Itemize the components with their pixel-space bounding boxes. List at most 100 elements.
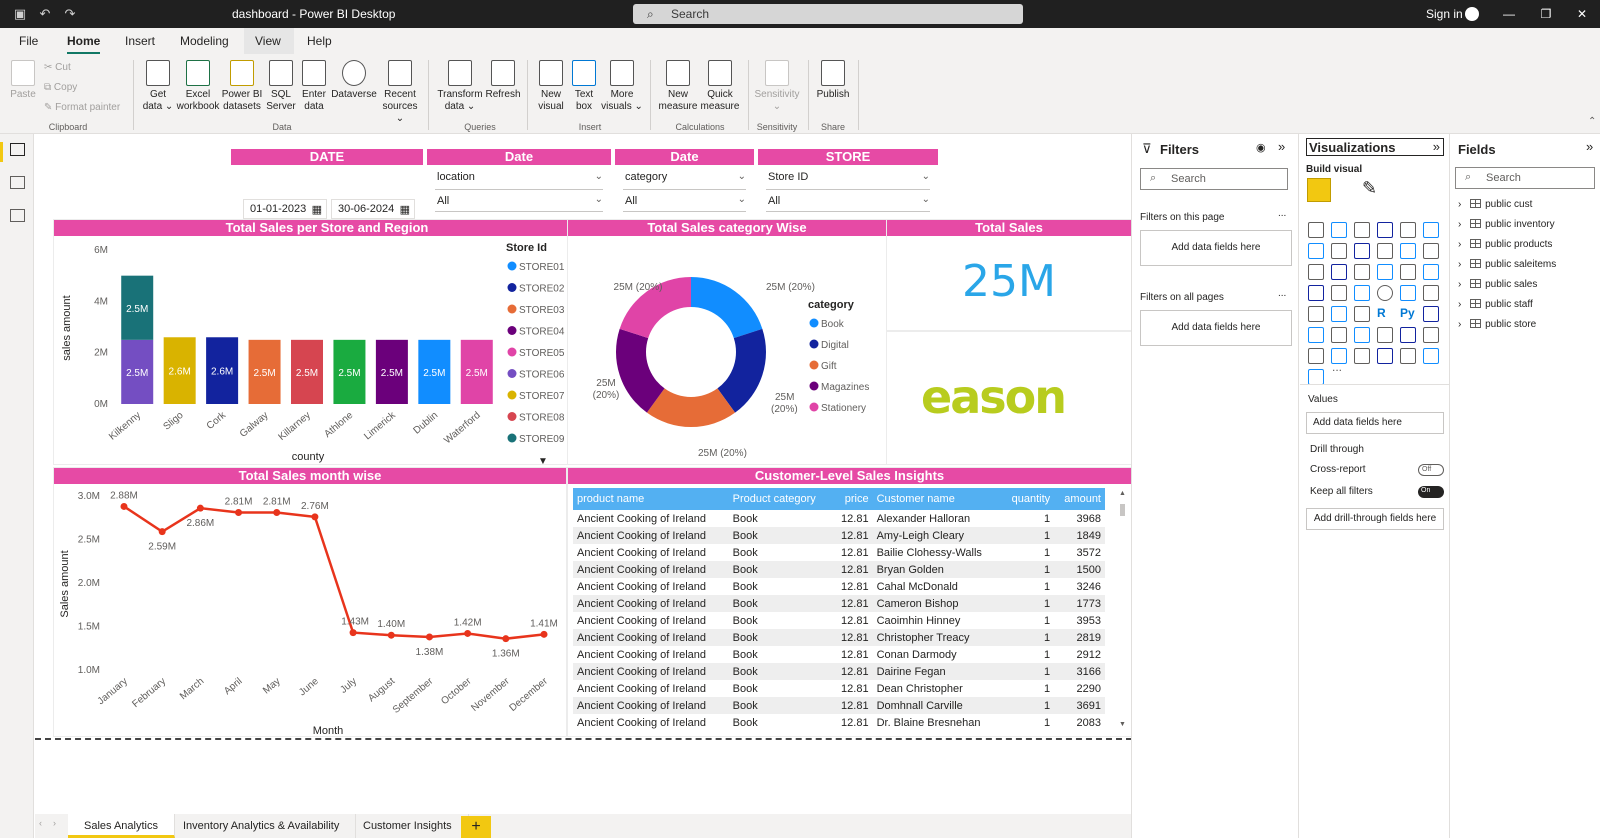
visual-type-icon[interactable] bbox=[1308, 285, 1324, 301]
quick-measure-button[interactable]: Quick measure bbox=[698, 60, 742, 113]
restore-icon[interactable]: ❐ bbox=[1536, 5, 1556, 23]
store-dropdown[interactable]: All bbox=[768, 195, 780, 207]
visual-type-icon[interactable] bbox=[1423, 243, 1439, 259]
paste-button[interactable]: Paste bbox=[8, 60, 38, 101]
visual-type-icon[interactable] bbox=[1400, 327, 1416, 343]
visual-type-icon[interactable] bbox=[1308, 369, 1324, 385]
visual-type-icon[interactable] bbox=[1377, 243, 1393, 259]
publish-button[interactable]: Publish bbox=[814, 60, 852, 101]
visual-type-icon[interactable] bbox=[1377, 348, 1393, 364]
fields-search-input[interactable]: ⌕ Search bbox=[1455, 167, 1595, 189]
more-options-icon[interactable]: ... bbox=[1278, 208, 1286, 219]
redo-icon[interactable]: ↷ bbox=[62, 6, 78, 22]
table-view-icon[interactable] bbox=[10, 176, 25, 189]
visual-type-icon[interactable]: R bbox=[1377, 306, 1393, 322]
column-header[interactable]: amount bbox=[1054, 488, 1105, 510]
visual-type-icon[interactable] bbox=[1354, 306, 1370, 322]
enter-data-button[interactable]: Enter data bbox=[298, 60, 330, 113]
text-box-button[interactable]: Text box bbox=[568, 60, 600, 113]
column-header[interactable]: price bbox=[832, 488, 873, 510]
visual-type-icon[interactable] bbox=[1308, 348, 1324, 364]
field-table-item[interactable]: › public cust bbox=[1458, 199, 1532, 210]
more-options-icon[interactable]: ... bbox=[1278, 288, 1286, 299]
more-visuals-ellipsis[interactable]: ... bbox=[1332, 360, 1342, 374]
total-sales-card[interactable]: Total Sales 25M bbox=[886, 219, 1132, 331]
field-table-item[interactable]: › public sales bbox=[1458, 279, 1537, 290]
category-dropdown[interactable]: All bbox=[625, 195, 637, 207]
visual-type-icon[interactable] bbox=[1377, 285, 1393, 301]
table-row[interactable]: Ancient Cooking of Ireland Book 12.81 Alexa… bbox=[573, 510, 1105, 527]
table-row[interactable]: Ancient Cooking of Ireland Book 12.81 Camer… bbox=[573, 595, 1105, 612]
table-row[interactable]: Ancient Cooking of Ireland Book 12.81 Bryan… bbox=[573, 561, 1105, 578]
new-measure-button[interactable]: New measure bbox=[656, 60, 700, 113]
build-visual-tab[interactable] bbox=[1307, 178, 1331, 202]
scroll-right-icon[interactable]: › bbox=[53, 818, 56, 828]
scroll-down-icon[interactable]: ▼ bbox=[1119, 721, 1126, 728]
recent-sources-button[interactable]: Recent sources ⌄ bbox=[378, 60, 422, 125]
filters-page-dropzone[interactable]: Add data fields here bbox=[1140, 230, 1292, 266]
table-row[interactable]: Ancient Cooking of Ireland Book 12.81 Dr. B… bbox=[573, 714, 1105, 731]
dataverse-button[interactable]: Dataverse bbox=[330, 60, 378, 101]
table-row[interactable]: Ancient Cooking of Ireland Book 12.81 Chris… bbox=[573, 629, 1105, 646]
visual-type-icon[interactable] bbox=[1308, 306, 1324, 322]
eye-icon[interactable]: ◉ bbox=[1256, 141, 1266, 154]
visual-type-icon[interactable] bbox=[1308, 264, 1324, 280]
model-view-icon[interactable] bbox=[10, 209, 25, 222]
table-row[interactable]: Ancient Cooking of Ireland Book 12.81 Domhn… bbox=[573, 697, 1105, 714]
sql-server-button[interactable]: SQL Server bbox=[264, 60, 298, 113]
drill-through-dropzone[interactable]: Add drill-through fields here bbox=[1306, 508, 1444, 530]
field-table-item[interactable]: › public inventory bbox=[1458, 219, 1555, 230]
visual-type-icon[interactable]: Py bbox=[1400, 306, 1416, 322]
visual-type-icon[interactable] bbox=[1354, 243, 1370, 259]
transform-data-button[interactable]: Transform data ⌄ bbox=[436, 60, 484, 113]
page-tab-inventory[interactable]: Inventory Analytics & Availability bbox=[167, 814, 357, 838]
visual-type-icon[interactable] bbox=[1308, 222, 1324, 238]
field-table-item[interactable]: › public store bbox=[1458, 319, 1536, 330]
visual-type-icon[interactable] bbox=[1354, 327, 1370, 343]
chevron-down-icon[interactable]: ⌄ bbox=[738, 171, 746, 182]
new-visual-button[interactable]: New visual bbox=[534, 60, 568, 113]
more-visuals-button[interactable]: More visuals ⌄ bbox=[600, 60, 644, 113]
refresh-button[interactable]: Refresh bbox=[484, 60, 522, 101]
collapse-viz-icon[interactable]: » bbox=[1433, 139, 1440, 154]
copy-button[interactable]: ⧉ Copy bbox=[44, 82, 77, 93]
scroll-up-icon[interactable]: ▲ bbox=[1119, 490, 1126, 497]
customer-sales-table[interactable]: Customer-Level Sales Insights product na… bbox=[567, 467, 1132, 737]
chevron-down-icon[interactable]: ⌄ bbox=[595, 194, 603, 205]
tab-help[interactable]: Help bbox=[307, 34, 332, 48]
collapse-filters-icon[interactable]: » bbox=[1278, 139, 1285, 154]
cut-button[interactable]: ✂ Cut bbox=[44, 62, 71, 73]
calendar-icon[interactable]: ▦ bbox=[312, 203, 322, 216]
store-region-bar-chart[interactable]: Total Sales per Store and Region 0M 2M 4M 6… bbox=[53, 219, 601, 466]
visual-type-icon[interactable] bbox=[1423, 327, 1439, 343]
visual-type-icon[interactable] bbox=[1423, 222, 1439, 238]
chevron-down-icon[interactable]: ⌄ bbox=[922, 171, 930, 182]
scrollbar-thumb[interactable] bbox=[1120, 504, 1125, 516]
table-row[interactable]: Ancient Cooking of Ireland Book 12.81 Caoim… bbox=[573, 612, 1105, 629]
page-tab-customer-insights[interactable]: Customer Insights bbox=[347, 814, 469, 838]
table-row[interactable]: Ancient Cooking of Ireland Book 12.81 Conan… bbox=[573, 646, 1105, 663]
visual-type-icon[interactable] bbox=[1354, 348, 1370, 364]
visual-type-icon[interactable] bbox=[1331, 264, 1347, 280]
table-scrollbar[interactable]: ▲ ▼ bbox=[1119, 490, 1126, 728]
visual-type-icon[interactable] bbox=[1354, 222, 1370, 238]
chevron-down-icon[interactable]: ⌄ bbox=[595, 171, 603, 182]
add-page-button[interactable]: + bbox=[461, 816, 491, 838]
undo-icon[interactable]: ↶ bbox=[37, 6, 53, 22]
avatar[interactable] bbox=[1465, 7, 1479, 21]
visual-type-icon[interactable] bbox=[1331, 243, 1347, 259]
visual-type-icon[interactable] bbox=[1308, 327, 1324, 343]
collapse-fields-icon[interactable]: » bbox=[1586, 139, 1593, 154]
filters-all-dropzone[interactable]: Add data fields here bbox=[1140, 310, 1292, 346]
table-row[interactable]: Ancient Cooking of Ireland Book 12.81 Dairi… bbox=[573, 663, 1105, 680]
table-row[interactable]: Ancient Cooking of Ireland Book 12.81 Amy-L… bbox=[573, 527, 1105, 544]
format-painter-button[interactable]: ✎ Format painter bbox=[44, 102, 120, 113]
visual-type-icon[interactable] bbox=[1400, 243, 1416, 259]
category-donut-chart[interactable]: Total Sales category Wise 25M (20%) 25M (2… bbox=[567, 219, 887, 465]
visual-type-icon[interactable] bbox=[1423, 264, 1439, 280]
visual-type-icon[interactable] bbox=[1331, 222, 1347, 238]
get-data-button[interactable]: Get data ⌄ bbox=[138, 60, 178, 113]
visual-type-icon[interactable] bbox=[1331, 327, 1347, 343]
values-dropzone[interactable]: Add data fields here bbox=[1306, 412, 1444, 434]
chevron-down-icon[interactable]: ⌄ bbox=[738, 194, 746, 205]
